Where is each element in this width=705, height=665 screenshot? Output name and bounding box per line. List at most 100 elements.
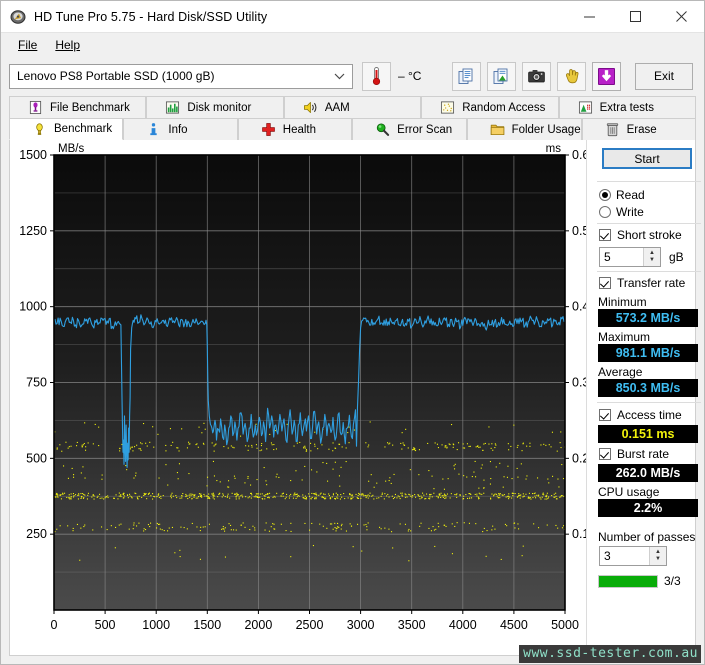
maximum-label: Maximum: [598, 330, 651, 344]
folder-usage-icon: [490, 124, 504, 135]
close-button[interactable]: [658, 1, 704, 32]
checkbox-transfer-rate[interactable]: Transfer rate: [599, 276, 685, 290]
tab-aam[interactable]: AAM: [283, 96, 422, 118]
screenshot-button[interactable]: [522, 61, 551, 91]
start-button[interactable]: Start: [602, 148, 692, 169]
drive-select-value: Lenovo PS8 Portable SSD (1000 gB): [17, 69, 215, 83]
short-stroke-label: Short stroke: [617, 228, 682, 242]
checkbox-short-stroke[interactable]: Short stroke: [599, 228, 682, 242]
burst-rate-label: Burst rate: [617, 447, 670, 461]
tab-disk-monitor[interactable]: Disk monitor: [146, 96, 284, 118]
tab-disk-monitor-label: Disk monitor: [187, 101, 252, 114]
menu-file-label: File: [18, 37, 38, 52]
tab-folder-usage-label: Folder Usage: [511, 123, 581, 136]
access-time-value: 0.151 ms: [598, 425, 698, 443]
random-access-icon: [441, 101, 455, 114]
health-cross-icon: [261, 123, 275, 136]
svg-text:500: 500: [95, 618, 116, 632]
erase-trash-icon: [606, 123, 618, 137]
tab-aam-label: AAM: [324, 101, 350, 114]
drive-select[interactable]: Lenovo PS8 Portable SSD (1000 gB): [9, 63, 353, 89]
checkbox-burst-rate[interactable]: Burst rate: [599, 447, 669, 461]
save-button[interactable]: [592, 61, 621, 91]
svg-text:0: 0: [51, 618, 58, 632]
menu-file[interactable]: File: [9, 36, 46, 54]
stepper-down-icon: ▼: [649, 257, 655, 263]
short-stroke-stepper[interactable]: ▲ ▼: [643, 248, 660, 266]
window-title: HD Tune Pro 5.75 - Hard Disk/SSD Utility: [34, 9, 268, 24]
maximum-value: 981.1 MB/s: [598, 344, 698, 362]
hdtune-window: HD Tune Pro 5.75 - Hard Disk/SSD Utility…: [0, 0, 705, 665]
tab-benchmark[interactable]: Benchmark: [9, 118, 124, 140]
tab-erase-label: Erase: [626, 123, 657, 136]
svg-text:3000: 3000: [347, 618, 375, 632]
radio-write-indicator: [599, 206, 611, 218]
tab-health[interactable]: Health: [237, 118, 353, 140]
svg-text:MB/s: MB/s: [58, 143, 84, 155]
svg-text:1000: 1000: [19, 300, 47, 314]
minimize-button[interactable]: [566, 1, 612, 32]
minimum-label: Minimum: [598, 295, 647, 309]
copy-report-button[interactable]: [452, 61, 481, 91]
tab-random-access[interactable]: Random Access: [421, 96, 559, 118]
svg-text:0.30: 0.30: [572, 376, 586, 390]
tab-info[interactable]: Info: [123, 118, 238, 140]
extra-tests-icon: [578, 101, 592, 114]
tab-folder-usage[interactable]: Folder Usage: [466, 118, 582, 140]
download-arrow-icon: [598, 67, 615, 85]
tab-file-benchmark[interactable]: File Benchmark: [9, 96, 147, 118]
svg-text:3500: 3500: [398, 618, 426, 632]
exit-button[interactable]: Exit: [635, 62, 693, 90]
divider-1: [597, 181, 701, 182]
svg-text:1250: 1250: [19, 224, 47, 238]
radio-read-label: Read: [616, 188, 645, 202]
svg-text:0.40: 0.40: [572, 300, 586, 314]
tab-health-label: Health: [282, 123, 317, 136]
svg-text:4500: 4500: [500, 618, 528, 632]
checkbox-access-time[interactable]: Access time: [599, 408, 682, 422]
tab-file-benchmark-label: File Benchmark: [50, 101, 130, 114]
error-scan-magnifier-icon: [377, 123, 390, 136]
short-stroke-input[interactable]: 5 ▲ ▼: [599, 247, 661, 267]
benchmark-chart: 250 500 750 1000 1250 1500 MB/s 0.10 0.20 0.30 0.4…: [19, 143, 586, 632]
maximize-button[interactable]: [612, 1, 658, 32]
hand-button[interactable]: [557, 61, 586, 91]
file-benchmark-icon: [29, 100, 42, 115]
tab-info-label: Info: [168, 123, 188, 136]
svg-text:5000: 5000: [551, 618, 579, 632]
passes-value: 3: [604, 549, 611, 563]
progress-bar: [598, 575, 658, 588]
svg-text:0.10: 0.10: [572, 527, 586, 541]
divider-4: [597, 402, 701, 403]
cpu-usage-label: CPU usage: [598, 485, 660, 499]
export-report-button[interactable]: [487, 61, 516, 91]
access-time-label: Access time: [617, 408, 682, 422]
progress-bar-fill: [599, 576, 657, 587]
tab-benchmark-label: Benchmark: [54, 123, 113, 135]
documents-green-icon: [493, 68, 508, 84]
transfer-rate-checkbox: [599, 277, 611, 289]
controls-pane: Start Read Write Short stroke 5 ▲ ▼ gB T…: [586, 140, 701, 655]
tab-error-scan-label: Error Scan: [397, 123, 453, 136]
tab-extra-tests[interactable]: Extra tests: [558, 96, 697, 118]
minimum-value: 573.2 MB/s: [598, 309, 698, 327]
tab-row-1: File Benchmark Disk monitor AAM Random A…: [9, 96, 697, 118]
tab-erase[interactable]: Erase: [581, 118, 696, 140]
stepper-down-icon: ▼: [655, 556, 661, 562]
temperature-value: – °C: [398, 69, 422, 83]
benchmark-panel: 250 500 750 1000 1250 1500 MB/s 0.10 0.20 0.30 0.4…: [9, 140, 701, 656]
passes-input[interactable]: 3 ▲ ▼: [599, 546, 667, 566]
svg-text:1500: 1500: [193, 618, 221, 632]
radio-write[interactable]: Write: [599, 205, 644, 219]
svg-text:4000: 4000: [449, 618, 477, 632]
radio-read[interactable]: Read: [599, 188, 645, 202]
tab-bar: File Benchmark Disk monitor AAM Random A…: [9, 96, 697, 140]
aam-speaker-icon: [303, 101, 317, 114]
menu-help[interactable]: Help: [46, 36, 89, 54]
menu-bar: File Help: [1, 33, 704, 56]
cpu-usage-value: 2.2%: [598, 499, 698, 517]
short-stroke-unit: gB: [669, 250, 684, 264]
radio-write-label: Write: [616, 205, 644, 219]
tab-error-scan[interactable]: Error Scan: [352, 118, 467, 140]
passes-stepper[interactable]: ▲ ▼: [649, 547, 666, 565]
